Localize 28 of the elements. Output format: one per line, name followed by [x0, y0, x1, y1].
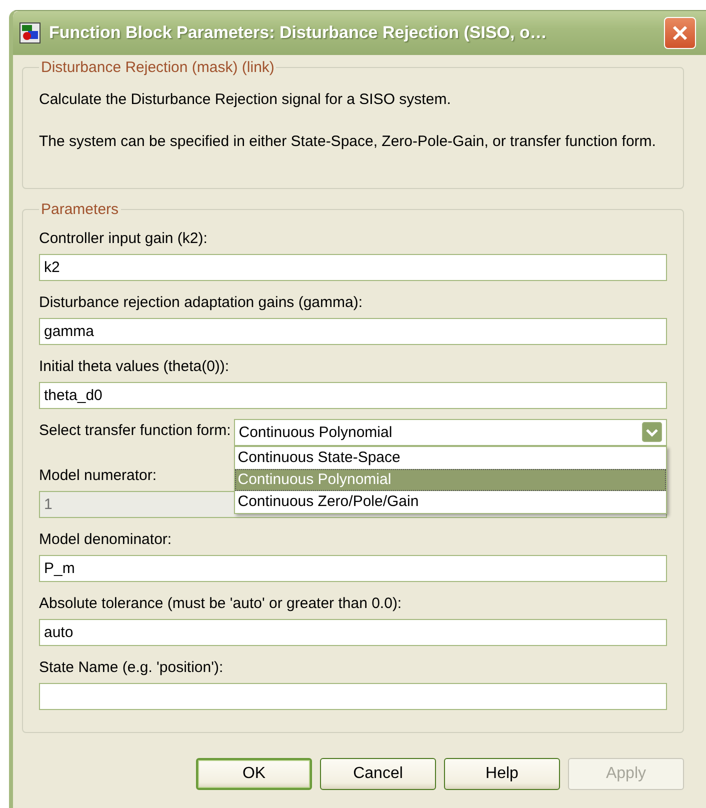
dropdown-option[interactable]: Continuous State-Space	[234, 446, 666, 468]
dialog-button[interactable]: Help	[444, 758, 560, 790]
field-label: Model denominator:	[39, 530, 172, 550]
description-text: The system can be specified in either State-Space, Zero-Pole-Gain, or transfer function form.	[39, 132, 657, 152]
input-field[interactable]: k2	[39, 254, 667, 281]
field-label: Absolute tolerance (must be 'auto' or greater than 0.0):	[39, 594, 402, 614]
dropdown-option[interactable]: Continuous Zero/Pole/Gain	[234, 490, 666, 512]
field-label: Initial theta values (theta(0)):	[39, 357, 230, 377]
input-field[interactable]: P_m	[39, 555, 667, 582]
field-label: Disturbance rejection adaptation gains (gamma):	[39, 293, 363, 313]
input-field[interactable]: theta_d0	[39, 382, 667, 409]
dialog-button[interactable]: OK	[196, 758, 312, 790]
dropdown[interactable]: Continuous Polynomial	[234, 418, 667, 446]
dialog-button[interactable]: Cancel	[320, 758, 436, 790]
input-field[interactable]: gamma	[39, 318, 667, 345]
group-title: Disturbance Rejection (mask) (link)	[40, 59, 276, 76]
window-title: Function Block Parameters: Disturbance Rejection (SISO, o…	[49, 23, 548, 43]
field-label: Model numerator:	[39, 466, 157, 486]
block-diagram-icon	[19, 22, 41, 44]
field-label: Select transfer function form:	[39, 421, 231, 441]
input-field[interactable]	[39, 683, 667, 710]
group-title: Parameters	[40, 201, 120, 218]
field-label: State Name (e.g. 'position'):	[39, 658, 224, 678]
field-label: Controller input gain (k2):	[39, 229, 208, 249]
close-button[interactable]	[664, 17, 696, 49]
close-icon	[670, 23, 690, 43]
description-text: Calculate the Disturbance Rejection signal for a SISO system.	[39, 90, 452, 110]
input-field[interactable]: auto	[39, 619, 667, 646]
